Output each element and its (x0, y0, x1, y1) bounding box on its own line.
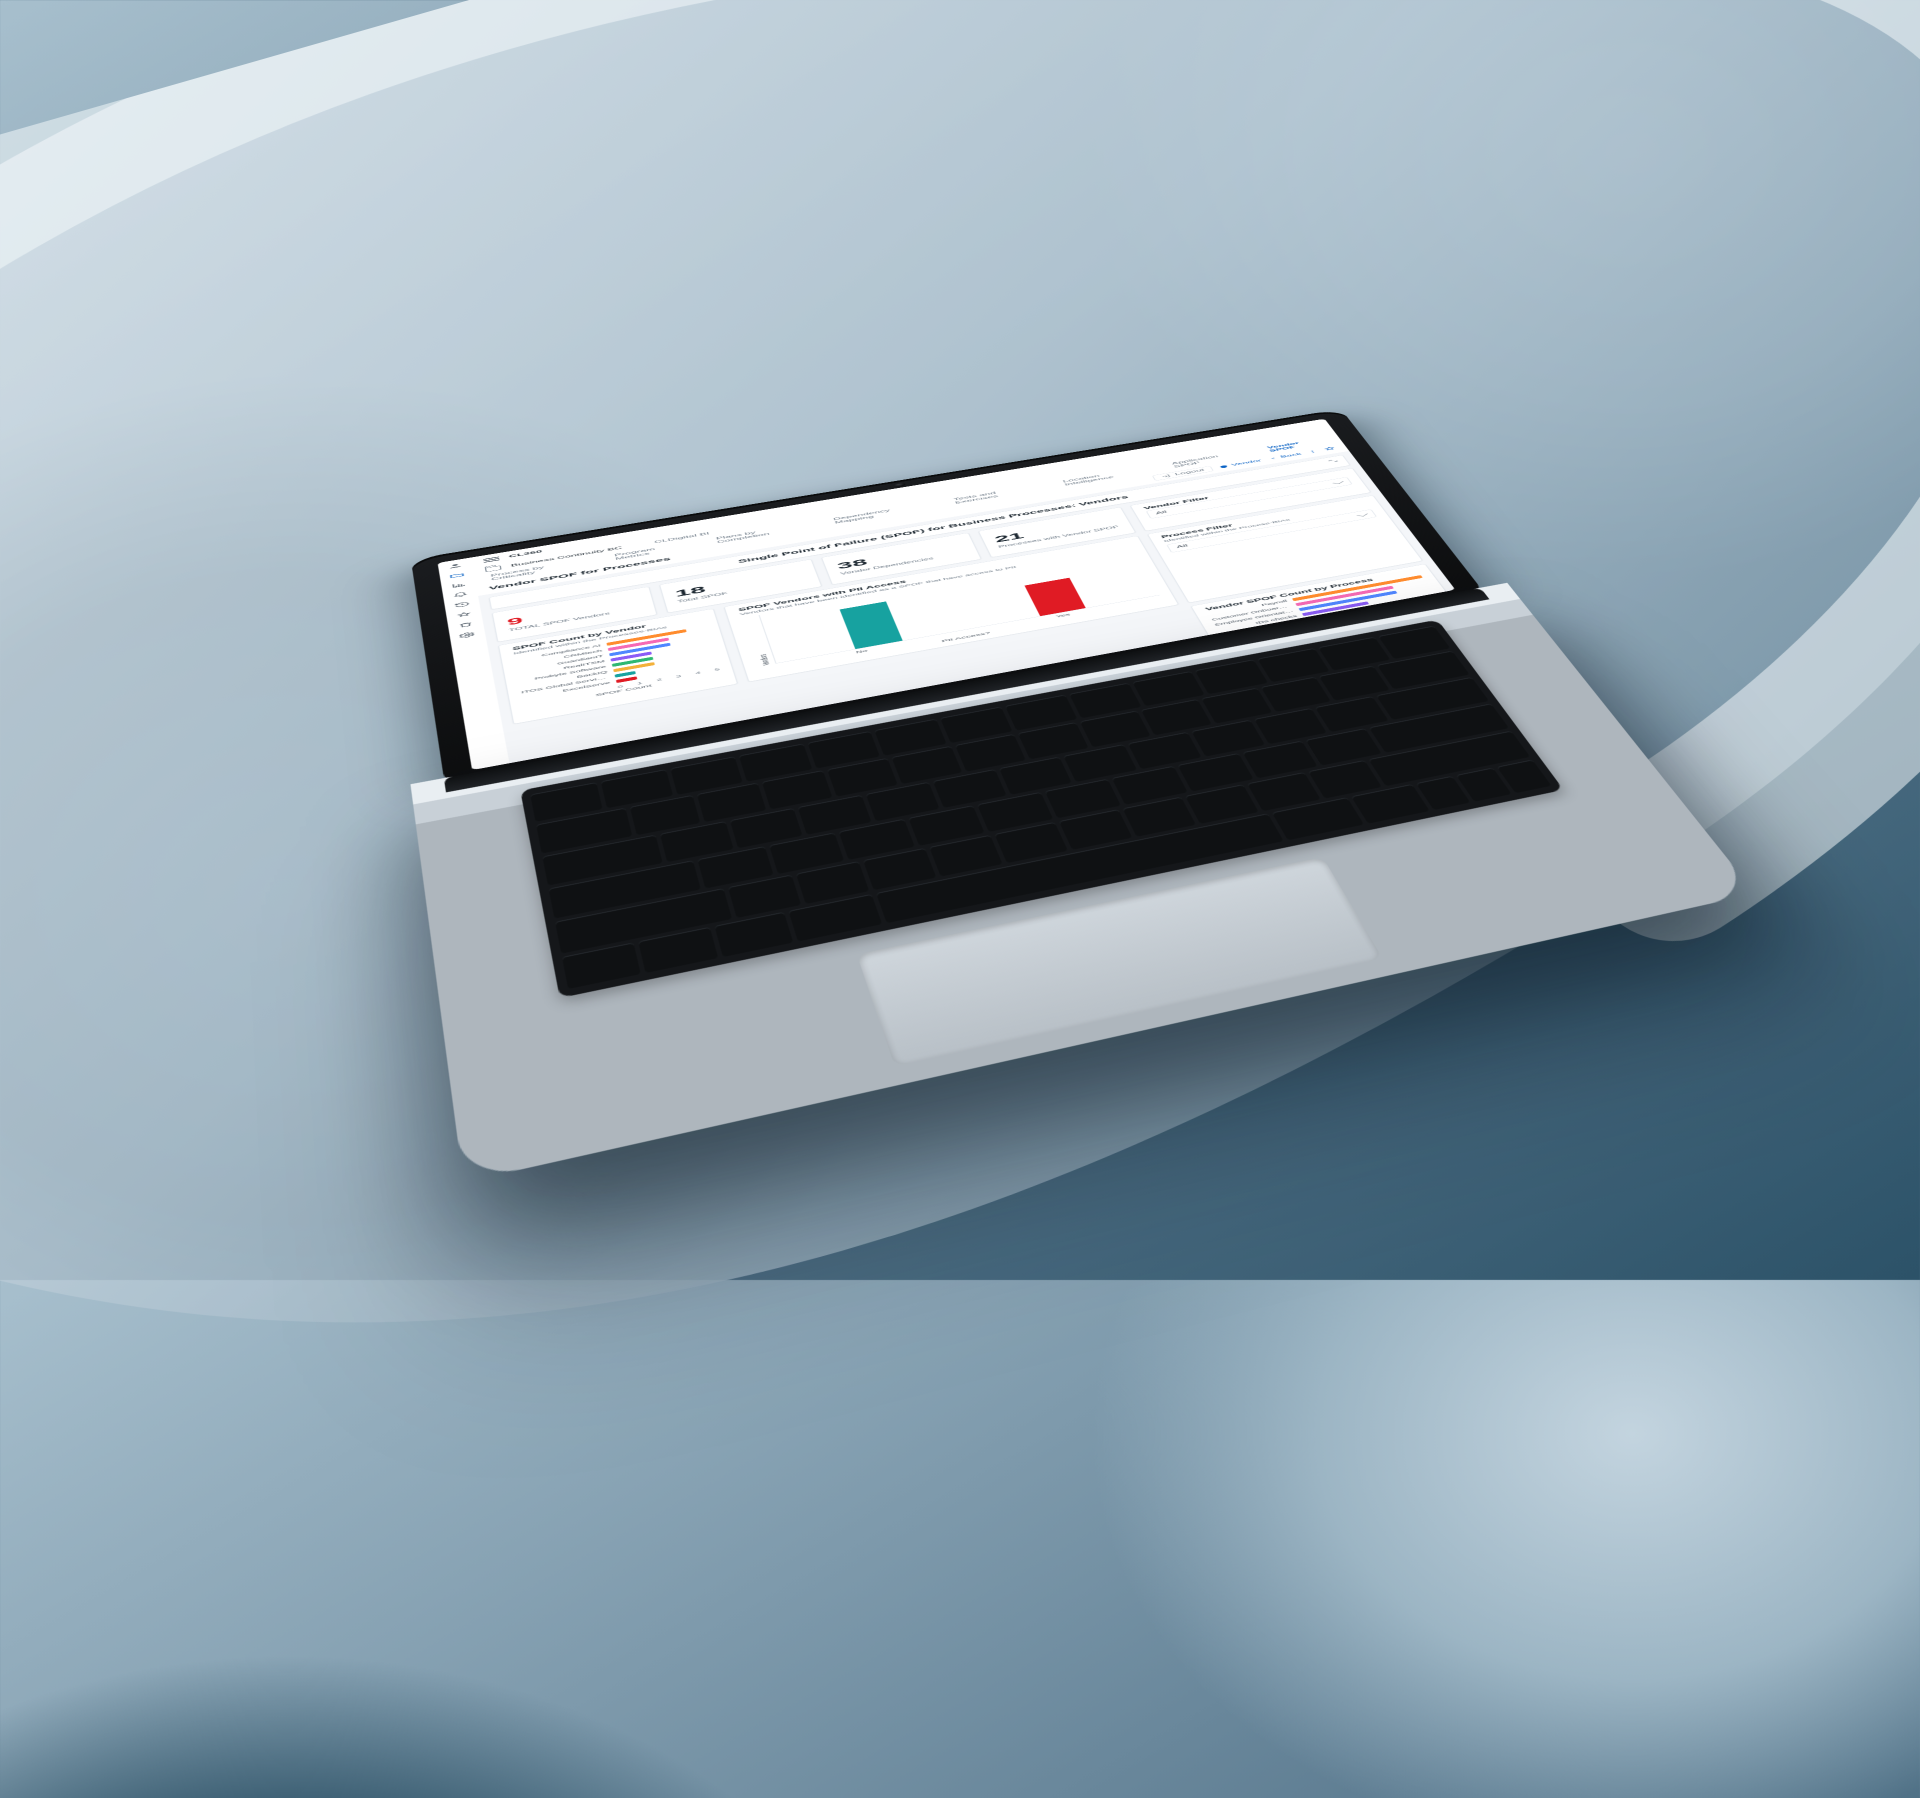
chevron-down-icon (1333, 481, 1344, 484)
chart-icon[interactable] (449, 581, 468, 589)
history-icon[interactable] (453, 601, 472, 610)
favorite-star-icon[interactable] (1322, 446, 1337, 452)
avatar-icon[interactable] (446, 562, 465, 570)
more-icon[interactable]: ⋮ (1307, 450, 1319, 455)
menu-icon[interactable] (483, 557, 499, 563)
star-icon[interactable] (454, 611, 473, 620)
bar (840, 602, 903, 650)
bell-icon[interactable] (451, 591, 470, 600)
trash-icon[interactable] (456, 621, 475, 630)
folder-icon[interactable] (448, 572, 467, 580)
gear-icon[interactable] (458, 631, 477, 640)
chevron-down-icon (1357, 513, 1368, 517)
